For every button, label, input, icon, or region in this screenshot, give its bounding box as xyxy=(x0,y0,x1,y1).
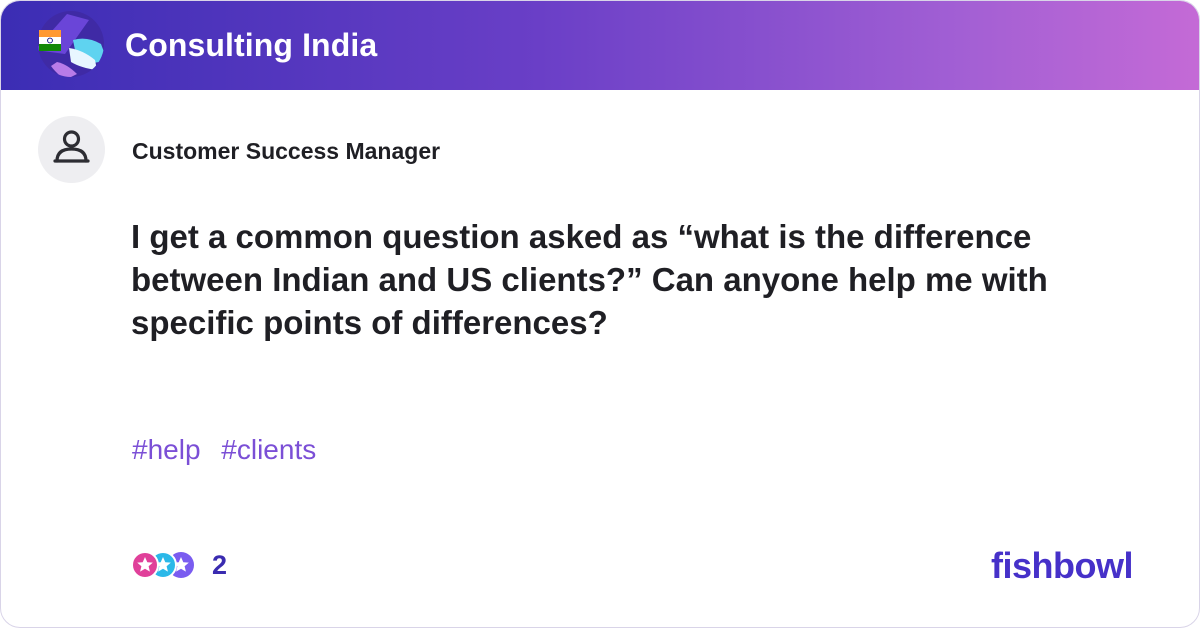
user-icon xyxy=(53,130,90,163)
star-reaction-icon xyxy=(131,551,159,579)
fishbowl-logo[interactable]: fishbowl xyxy=(991,543,1134,589)
tag-clients[interactable]: #clients xyxy=(221,434,316,465)
tag-help[interactable]: #help xyxy=(132,434,201,465)
avatar[interactable] xyxy=(38,116,105,183)
author-role[interactable]: Customer Success Manager xyxy=(132,137,440,165)
post-card[interactable]: Consulting India Customer Success Manage… xyxy=(0,0,1200,628)
group-title[interactable]: Consulting India xyxy=(125,23,377,67)
post-text: I get a common question asked as “what i… xyxy=(131,218,1048,341)
reaction-count[interactable]: 2 xyxy=(212,548,227,582)
group-header: Consulting India xyxy=(1,1,1199,90)
india-flag-globe-icon xyxy=(37,10,105,78)
reaction-icons[interactable] xyxy=(131,549,201,581)
tag-list: #help #clients xyxy=(132,432,329,468)
